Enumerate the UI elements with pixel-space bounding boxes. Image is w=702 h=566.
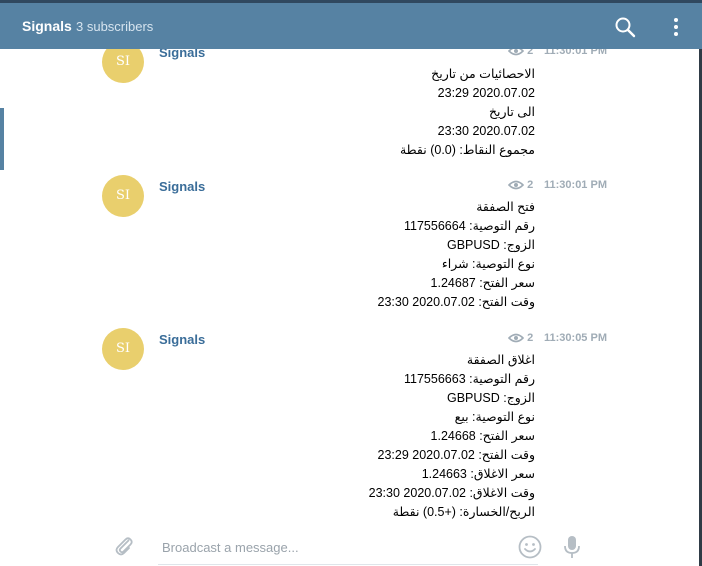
message-line: وقت الفتح: 2020.07.02 23:29 <box>377 448 535 462</box>
message-line: الربح/الخسارة: (+0.5) نقطة <box>392 505 535 519</box>
view-count: 2 <box>507 179 534 191</box>
message-time: 11:30:01 PM <box>544 49 607 57</box>
message-line: سعر الفتح: 1.24687 <box>430 276 535 290</box>
message-line: فتح الصفقة <box>476 200 535 214</box>
message-item[interactable]: SI Signals 2 11:30:01 PM فتح الصفقة رقم … <box>0 173 699 313</box>
message-line: وقت الفتح: 2020.07.02 23:30 <box>377 295 535 309</box>
message-history[interactable]: SI Signals 2 11:30:01 PM الاحصائيات من ت… <box>0 49 699 524</box>
broadcast-input[interactable] <box>160 532 504 562</box>
message-line: الزوج: GBPUSD <box>446 238 535 252</box>
emoji-icon[interactable] <box>517 534 543 560</box>
more-vertical-icon[interactable] <box>664 15 688 39</box>
paperclip-icon[interactable] <box>112 534 136 558</box>
eye-icon <box>507 333 525 343</box>
message-line: الزوج: GBPUSD <box>446 391 535 405</box>
message-line: نوع التوصية: بيع <box>454 410 535 424</box>
message-line: 2020.07.02 23:29 <box>437 86 535 100</box>
view-count-value: 2 <box>527 332 534 344</box>
message-author[interactable]: Signals <box>159 179 205 194</box>
message-line: رقم التوصية: 117556664 <box>404 219 535 233</box>
message-time: 11:30:01 PM <box>544 179 607 191</box>
avatar[interactable]: SI <box>102 175 144 217</box>
microphone-icon[interactable] <box>560 534 584 560</box>
message-line: مجموع النقاط: (0.0) نقطة <box>399 143 535 157</box>
message-line: 2020.07.02 23:30 <box>437 124 535 138</box>
message-line: سعر الاغلاق: 1.24663 <box>421 467 535 481</box>
view-count-value: 2 <box>527 179 534 191</box>
message-text: الاحصائيات من تاريخ 2020.07.02 23:29 الى… <box>400 65 535 160</box>
message-line: رقم التوصية: 117556663 <box>404 372 535 386</box>
message-line: الاحصائيات من تاريخ <box>431 67 535 81</box>
view-count: 2 <box>507 49 534 57</box>
eye-icon <box>507 180 525 190</box>
telegram-window: Signals 3 subscribers SI Signals 2 11:30… <box>0 0 702 566</box>
view-count-value: 2 <box>527 49 534 57</box>
message-line: الى تاريخ <box>488 105 535 119</box>
composer-divider <box>158 564 538 565</box>
eye-icon <box>507 49 525 56</box>
message-time: 11:30:05 PM <box>544 332 607 344</box>
subscriber-count[interactable]: 3 subscribers <box>76 19 153 34</box>
message-composer <box>0 524 699 566</box>
message-item[interactable]: SI Signals 2 11:30:05 PM اغلاق الصفقة رق… <box>0 326 699 524</box>
search-icon[interactable] <box>613 15 637 39</box>
message-line: نوع التوصية: شراء <box>441 257 535 271</box>
view-count: 2 <box>507 332 534 344</box>
avatar[interactable]: SI <box>102 49 144 83</box>
avatar[interactable]: SI <box>102 328 144 370</box>
message-line: اغلاق الصفقة <box>466 353 535 367</box>
message-text: اغلاق الصفقة رقم التوصية: 117556663 الزو… <box>369 351 535 522</box>
message-item[interactable]: SI Signals 2 11:30:01 PM الاحصائيات من ت… <box>0 49 699 164</box>
message-author[interactable]: Signals <box>159 49 205 60</box>
chat-header: Signals 3 subscribers <box>0 3 702 49</box>
message-line: وقت الاغلاق: 2020.07.02 23:30 <box>368 486 535 500</box>
message-text: فتح الصفقة رقم التوصية: 117556664 الزوج:… <box>378 198 535 312</box>
message-line: سعر الفتح: 1.24668 <box>430 429 535 443</box>
message-author[interactable]: Signals <box>159 332 205 347</box>
channel-title[interactable]: Signals <box>22 18 72 34</box>
